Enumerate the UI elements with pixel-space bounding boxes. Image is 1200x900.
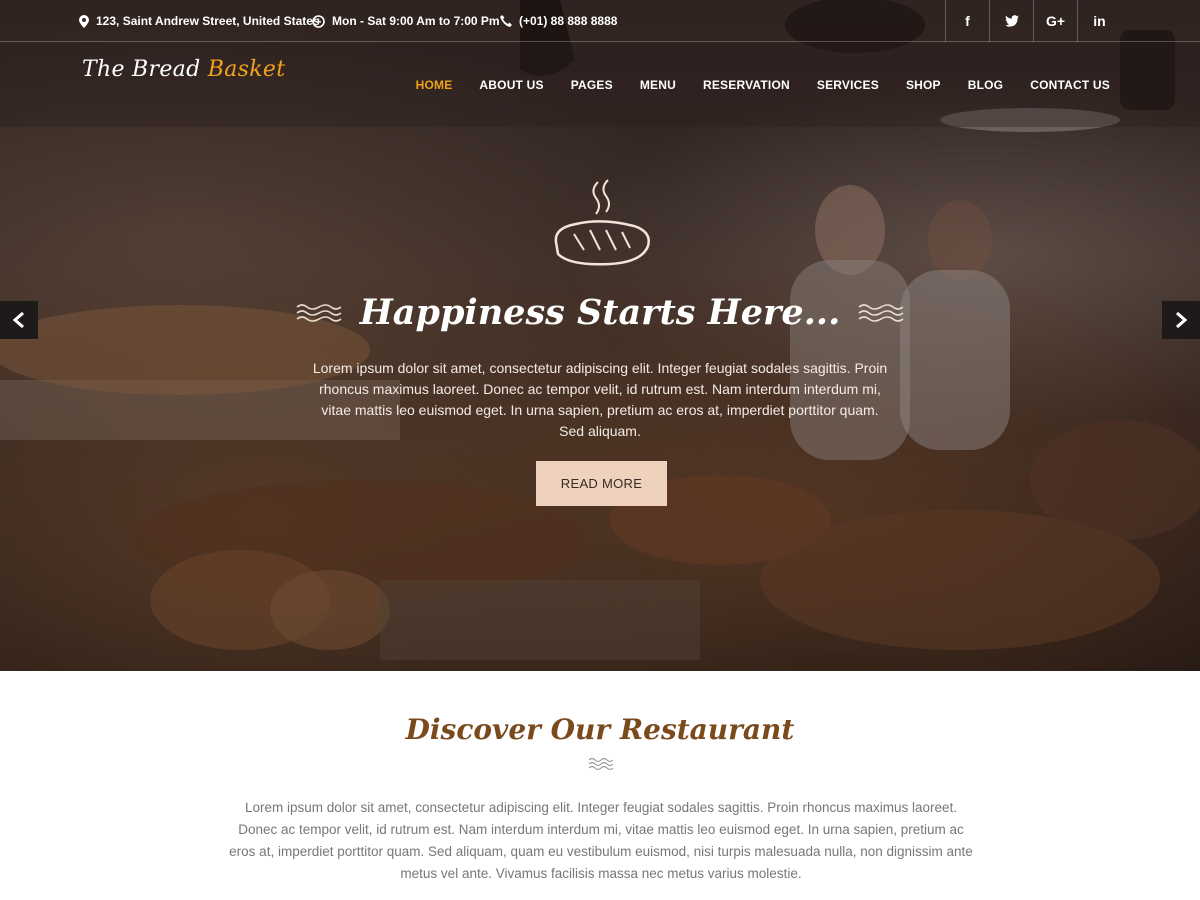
phone-text: (+01) 88 888 8888 [519,14,618,28]
nav-menu[interactable]: MENU [640,78,676,92]
main-header: The Bread Basket HOME ABOUT US PAGES MEN… [0,43,1200,127]
facebook-icon[interactable]: f [945,0,989,42]
discover-description: Lorem ipsum dolor sit amet, consectetur … [229,800,973,881]
nav-reservation[interactable]: RESERVATION [703,78,790,92]
linkedin-icon[interactable]: in [1077,0,1121,42]
nav-home[interactable]: HOME [416,78,453,92]
hero-slider: 123, Saint Andrew Street, United States … [0,0,1200,671]
social-links: f G+ in [945,0,1121,42]
clock-icon [312,14,325,28]
address-text: 123, Saint Andrew Street, United States [96,14,320,28]
nav-blog[interactable]: BLOG [968,78,1003,92]
phone-info: (+01) 88 888 8888 [500,0,617,42]
wave-divider-icon [588,757,614,771]
top-bar: 123, Saint Andrew Street, United States … [0,0,1200,42]
slider-next-button[interactable] [1162,301,1200,339]
bread-icon [550,178,654,275]
logo-text-accent: Basket [207,57,286,82]
hours-info: Mon - Sat 9:00 Am to 7:00 Pm [312,0,500,42]
map-marker-icon [79,14,89,28]
hero-title-row: Happiness Starts Here... [0,292,1200,333]
nav-shop[interactable]: SHOP [906,78,941,92]
google-plus-icon[interactable]: G+ [1033,0,1077,42]
read-more-button[interactable]: READ MORE [536,461,667,506]
slider-prev-button[interactable] [0,301,38,339]
address-info: 123, Saint Andrew Street, United States [79,0,320,42]
wave-right-icon [858,303,904,322]
hero-description: Lorem ipsum dolor sit amet, consectetur … [312,360,888,439]
nav-contact-us[interactable]: CONTACT US [1030,78,1110,92]
wave-left-icon [296,303,342,322]
site-logo[interactable]: The Bread Basket [82,57,285,82]
main-nav: HOME ABOUT US PAGES MENU RESERVATION SER… [389,43,1110,127]
discover-title: Discover Our Restaurant [405,713,795,746]
nav-pages[interactable]: PAGES [571,78,613,92]
nav-about-us[interactable]: ABOUT US [479,78,543,92]
logo-text-main: The Bread [82,57,208,82]
hero-title: Happiness Starts Here... [359,292,841,333]
twitter-icon[interactable] [989,0,1033,42]
nav-services[interactable]: SERVICES [817,78,879,92]
phone-icon [500,15,512,27]
chevron-left-icon [12,312,24,328]
chevron-right-icon [1176,312,1188,328]
hours-text: Mon - Sat 9:00 Am to 7:00 Pm [332,14,500,28]
